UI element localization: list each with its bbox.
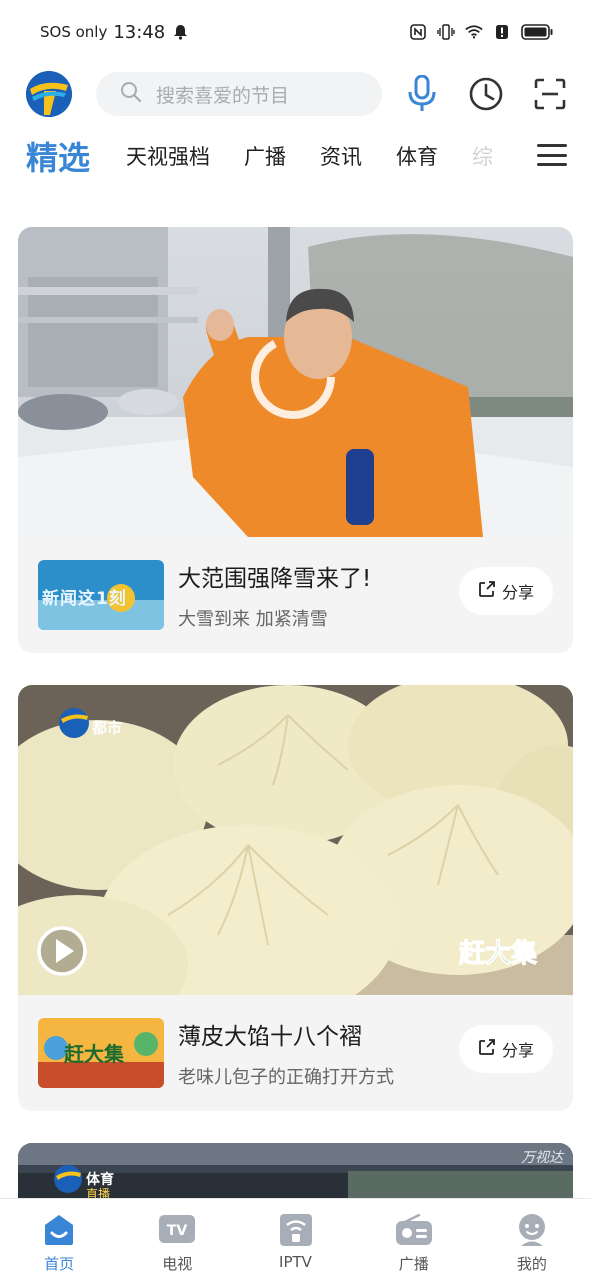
search-bar[interactable]: 搜索喜爱的节目: [96, 72, 382, 116]
bottom-navigation: 首页 TV 电视 IPTV 广播 我的: [0, 1198, 591, 1280]
program-thumbnail[interactable]: 新闻这1刻: [38, 560, 164, 630]
card-title[interactable]: 大范围强降雪来了!: [178, 559, 371, 593]
menu-icon[interactable]: [537, 140, 567, 170]
microphone-icon[interactable]: [403, 75, 441, 113]
app-header: 搜索喜爱的节目: [0, 64, 591, 124]
search-icon: [120, 81, 142, 107]
channel-bug: 都市: [92, 719, 123, 737]
card-subtitle: 大雪到来 加紧清雪: [178, 609, 328, 630]
home-icon: [40, 1213, 78, 1247]
card-info: 新闻这1刻 大范围强降雪来了! 大雪到来 加紧清雪 分享: [18, 537, 573, 653]
carrier-text: SOS only: [40, 23, 108, 41]
share-label: 分享: [501, 583, 534, 602]
nav-tv[interactable]: TV 电视: [118, 1199, 236, 1280]
nav-label: 广播: [398, 1255, 429, 1273]
program-thumbnail[interactable]: 赶大集: [38, 1018, 164, 1088]
video-player[interactable]: [18, 227, 573, 537]
wifi-icon: [465, 23, 483, 41]
radio-icon: [395, 1213, 433, 1247]
card-subtitle: 老味儿包子的正确打开方式: [178, 1067, 394, 1088]
profile-icon: [513, 1213, 551, 1247]
watermark-text: 万视达: [521, 1150, 563, 1166]
video-frame-snow-reporter: [18, 227, 573, 537]
tab-sports[interactable]: 体育: [396, 141, 438, 171]
card-title[interactable]: 薄皮大馅十八个褶: [178, 1017, 394, 1051]
channel-live-tag: 直播: [86, 1187, 111, 1198]
card-text: 大范围强降雪来了! 大雪到来 加紧清雪: [178, 559, 371, 631]
tv-icon: TV: [158, 1213, 196, 1247]
nav-label: 电视: [162, 1255, 193, 1273]
tab-variety[interactable]: 综: [472, 141, 493, 171]
tianjin-tv-logo[interactable]: [26, 71, 72, 117]
bell-icon: [171, 23, 189, 41]
nav-iptv[interactable]: IPTV: [236, 1199, 354, 1280]
video-card[interactable]: 都市 赶大集 赶大集 薄皮大馅十八个褶 老味儿包子的正确打开方式 分享: [18, 685, 573, 1111]
scan-icon[interactable]: [531, 75, 569, 113]
search-placeholder: 搜索喜爱的节目: [156, 84, 290, 107]
status-left: SOS only 13:48: [40, 22, 189, 43]
history-clock-icon[interactable]: [467, 75, 505, 113]
clock-time: 13:48: [113, 21, 166, 43]
share-icon: [478, 1038, 496, 1060]
nav-profile[interactable]: 我的: [473, 1199, 591, 1280]
header-actions: [403, 75, 569, 113]
battery-icon: [521, 23, 553, 41]
video-card[interactable]: 体育 直播 万视达: [18, 1143, 573, 1198]
tab-featured[interactable]: 精选: [26, 133, 90, 179]
nav-home[interactable]: 首页: [0, 1199, 118, 1280]
nfc-icon: [409, 23, 427, 41]
share-icon: [478, 580, 496, 602]
nav-label: 首页: [44, 1255, 75, 1273]
svg-text:TV: TV: [167, 1223, 188, 1239]
alert-icon: [493, 23, 511, 41]
nav-radio[interactable]: 广播: [355, 1199, 473, 1280]
video-player[interactable]: 体育 直播 万视达: [18, 1143, 573, 1198]
share-label: 分享: [501, 1041, 534, 1060]
tab-news[interactable]: 资讯: [320, 141, 362, 171]
video-card[interactable]: 新闻这1刻 大范围强降雪来了! 大雪到来 加紧清雪 分享: [18, 227, 573, 653]
share-button[interactable]: 分享: [459, 567, 553, 615]
tab-radio[interactable]: 广播: [244, 141, 286, 171]
video-player[interactable]: 都市 赶大集: [18, 685, 573, 995]
iptv-icon: [277, 1213, 315, 1247]
nav-label: IPTV: [279, 1253, 312, 1271]
show-overlay-logo: 赶大集: [458, 939, 537, 970]
card-info: 赶大集 薄皮大馅十八个褶 老味儿包子的正确打开方式 分享: [18, 995, 573, 1111]
card-text: 薄皮大馅十八个褶 老味儿包子的正确打开方式: [178, 1017, 394, 1089]
category-tabs: 精选 天视强档 广播 资讯 体育 综: [0, 128, 591, 184]
status-bar: SOS only 13:48: [0, 0, 591, 64]
vibrate-icon: [437, 23, 455, 41]
tab-tianshi[interactable]: 天视强档: [126, 141, 210, 171]
share-button[interactable]: 分享: [459, 1025, 553, 1073]
nav-label: 我的: [516, 1255, 547, 1273]
thumbnail-text: 赶大集: [64, 1042, 124, 1066]
thumbnail-text: 新闻这1刻: [42, 589, 127, 609]
status-right: [409, 23, 553, 41]
